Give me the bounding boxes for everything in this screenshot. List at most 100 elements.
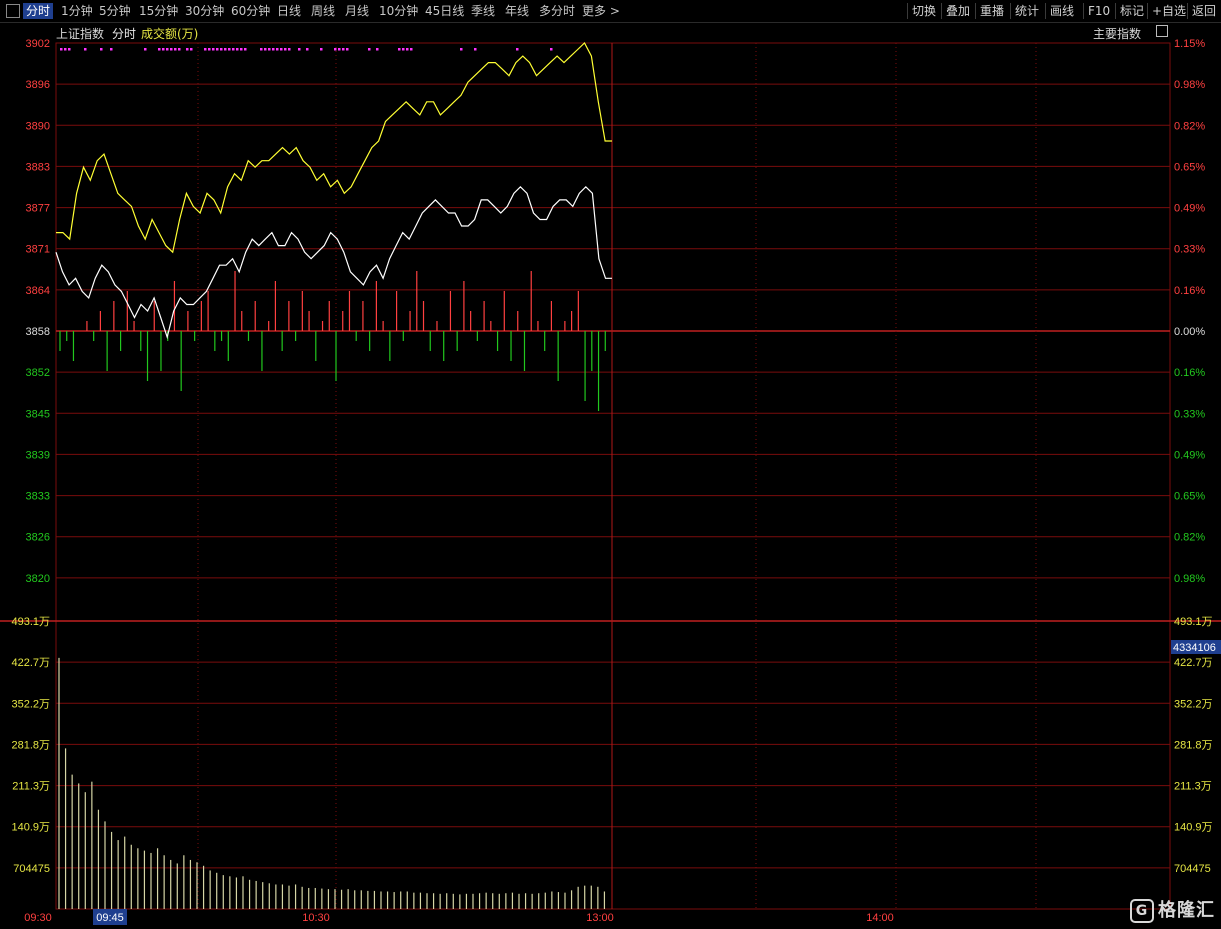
signal-marker — [178, 48, 181, 51]
left-volume-label: 140.9万 — [11, 822, 50, 834]
left-volume-label: 352.2万 — [11, 698, 50, 710]
signal-marker — [60, 48, 63, 51]
right-pct-label: 0.65% — [1174, 161, 1205, 173]
signal-marker — [64, 48, 67, 51]
right-volume-label: 211.3万 — [1174, 781, 1212, 793]
left-price-label: 3890 — [26, 120, 50, 132]
signal-marker — [402, 48, 405, 51]
signal-marker — [158, 48, 161, 51]
right-volume-label: 281.8万 — [1174, 739, 1213, 751]
signal-marker — [240, 48, 243, 51]
signal-marker — [410, 48, 413, 51]
signal-marker — [280, 48, 283, 51]
left-price-label: 3820 — [26, 573, 50, 585]
time-label: 14:00 — [866, 912, 894, 924]
signal-marker — [220, 48, 223, 51]
signal-marker — [306, 48, 309, 51]
right-pct-label: 0.00% — [1174, 326, 1205, 338]
signal-marker — [260, 48, 263, 51]
price-line — [55, 185, 612, 340]
signal-marker — [224, 48, 227, 51]
right-pct-label: 0.33% — [1174, 408, 1205, 420]
signal-marker — [268, 48, 271, 51]
left-price-label: 3839 — [26, 449, 50, 461]
signal-marker — [144, 48, 147, 51]
signal-marker — [338, 48, 341, 51]
right-pct-label: 0.98% — [1174, 79, 1205, 91]
left-price-label: 3883 — [26, 161, 50, 173]
left-volume-label: 493.1万 — [11, 616, 50, 628]
signal-marker — [342, 48, 345, 51]
time-label: 10:30 — [302, 912, 330, 924]
right-pct-label: 0.49% — [1174, 203, 1205, 215]
signal-marker — [272, 48, 275, 51]
signal-marker — [228, 48, 231, 51]
brand-icon: G — [1130, 899, 1154, 923]
right-volume-label: 422.7万 — [1174, 657, 1213, 669]
intraday-chart: 3902 1.15% 3896 0.98% 3890 0.82% 3883 0.65% 3877… — [0, 38, 1221, 925]
signal-marker — [216, 48, 219, 51]
signal-marker — [204, 48, 207, 51]
left-price-label: 3877 — [26, 203, 50, 215]
left-price-label: 3826 — [26, 532, 50, 544]
signal-marker — [398, 48, 401, 51]
right-volume-label: 704475 — [1174, 863, 1211, 875]
time-label: 13:00 — [586, 912, 614, 924]
signal-marker — [166, 48, 169, 51]
right-pct-label: 0.82% — [1174, 532, 1205, 544]
right-pct-label: 0.33% — [1174, 244, 1205, 256]
left-price-label: 3864 — [26, 285, 50, 297]
signal-marker — [288, 48, 291, 51]
average-line — [56, 42, 612, 254]
time-label: 09:30 — [24, 912, 52, 924]
left-price-label: 3858 — [26, 326, 50, 338]
left-price-label: 3902 — [26, 38, 50, 50]
signal-marker — [460, 48, 463, 51]
signal-marker — [174, 48, 177, 51]
left-price-label: 3871 — [26, 244, 50, 256]
left-price-label: 3833 — [26, 491, 50, 503]
signal-marker — [406, 48, 409, 51]
left-volume-label: 211.3万 — [12, 781, 50, 793]
signal-marker — [68, 48, 71, 51]
axis-labels: 3902 1.15% 3896 0.98% 3890 0.82% 3883 0.65% 3877… — [11, 38, 1221, 925]
signal-marker — [100, 48, 103, 51]
signal-marker — [264, 48, 267, 51]
right-volume-label: 493.1万 — [1174, 616, 1213, 628]
signal-marker — [244, 48, 247, 51]
signal-marker — [368, 48, 371, 51]
grid — [0, 42, 1221, 910]
price-lines — [55, 42, 612, 340]
signal-marker — [550, 48, 553, 51]
signal-marker — [186, 48, 189, 51]
signal-marker — [284, 48, 287, 51]
right-pct-label: 0.82% — [1174, 120, 1205, 132]
signal-marker — [346, 48, 349, 51]
signal-marker — [320, 48, 323, 51]
right-pct-label: 0.65% — [1174, 491, 1205, 503]
signal-marker — [276, 48, 279, 51]
time-label: 09:45 — [96, 912, 124, 924]
left-price-label: 3845 — [26, 408, 50, 420]
left-volume-label: 281.8万 — [11, 739, 50, 751]
volume-bars — [58, 657, 606, 909]
signal-marker — [516, 48, 519, 51]
signal-marker — [190, 48, 193, 51]
signal-marker — [212, 48, 215, 51]
right-pct-label: 0.16% — [1174, 285, 1205, 297]
right-pct-label: 0.98% — [1174, 573, 1205, 585]
signal-marker — [162, 48, 165, 51]
right-pct-label: 0.16% — [1174, 367, 1205, 379]
signal-marker — [170, 48, 173, 51]
signal-marker — [84, 48, 87, 51]
left-price-label: 3896 — [26, 79, 50, 91]
signal-markers — [60, 48, 553, 51]
signal-marker — [376, 48, 379, 51]
chart-frame — [55, 42, 1171, 910]
right-pct-label: 1.15% — [1174, 38, 1205, 50]
left-price-label: 3852 — [26, 367, 50, 379]
signal-marker — [298, 48, 301, 51]
watermark-text: 格隆汇 — [1158, 900, 1215, 921]
left-volume-label: 422.7万 — [11, 657, 50, 669]
current-value-text: 4334106 — [1173, 642, 1216, 654]
